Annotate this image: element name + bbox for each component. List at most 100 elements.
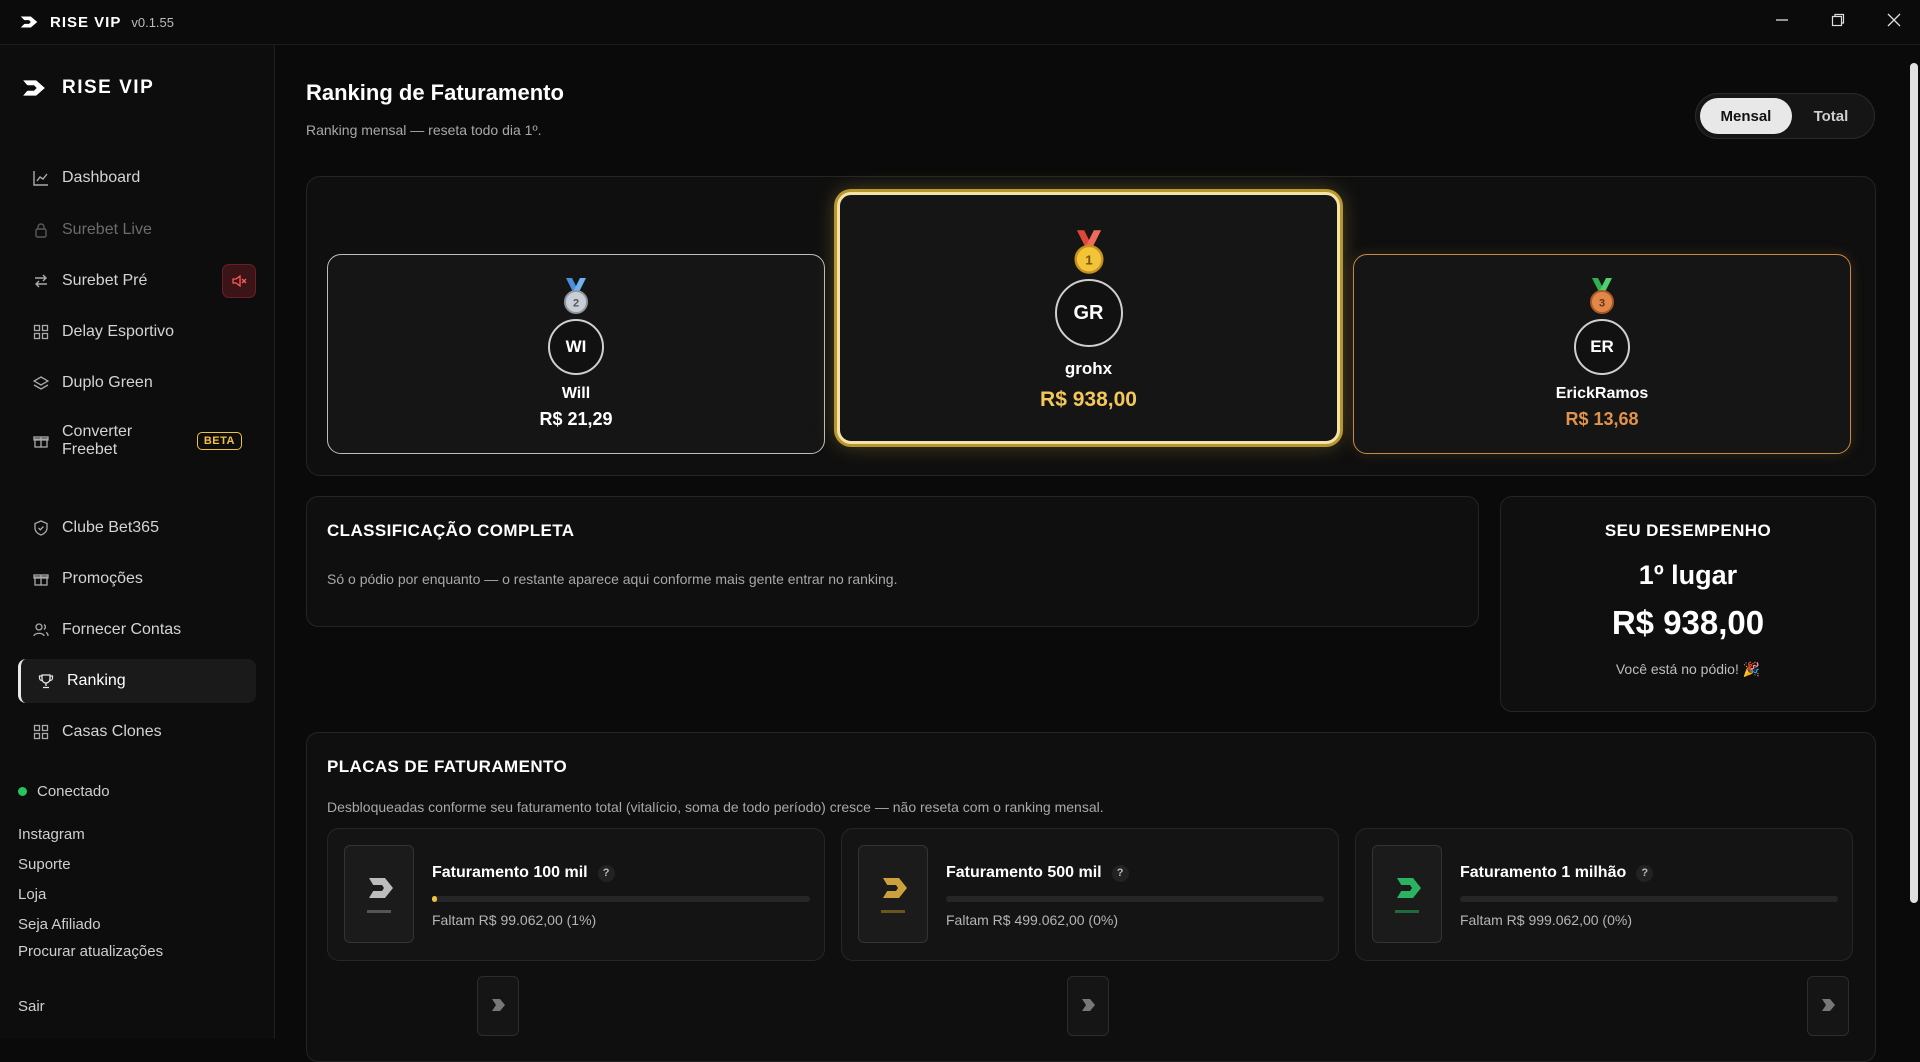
link-seja-afiliado[interactable]: Seja Afiliado (18, 916, 101, 933)
swap-icon (32, 272, 50, 290)
sidebar-brand: RISE VIP (20, 75, 154, 101)
classification-card: CLASSIFICAÇÃO COMPLETA Só o pódio por en… (306, 496, 1479, 627)
sidebar-item-label: Ranking (67, 672, 126, 689)
window-titlebar: RISE VIP v0.1.55 (0, 0, 1920, 45)
sidebar-item-surebet-live[interactable]: Surebet Live (18, 208, 256, 252)
volume-mute-icon (232, 274, 247, 288)
plate-name: Faturamento 1 milhão (1460, 864, 1627, 881)
performance-title: SEU DESEMPENHO (1604, 521, 1772, 540)
plate-card[interactable]: Faturamento 1 milhão? Faltam R$ 999.062,… (1355, 828, 1853, 961)
plate-thumbnail (477, 976, 519, 1036)
plaque-icon (881, 878, 907, 913)
avatar: WI (548, 319, 604, 375)
sidebar-item-clube-bet365[interactable]: Clube Bet365 (18, 506, 256, 550)
sidebar-item-ranking[interactable]: Ranking (18, 659, 256, 703)
svg-text:1: 1 (1085, 253, 1093, 268)
app-title: RISE VIP (50, 13, 122, 31)
sidebar-item-fornecer-contas[interactable]: Fornecer Contas (18, 608, 256, 652)
online-indicator (18, 787, 27, 796)
classification-title: CLASSIFICAÇÃO COMPLETA (327, 521, 575, 540)
scrollbar-thumb[interactable] (1910, 63, 1918, 903)
silver-medal-icon: 2 (564, 278, 588, 314)
sidebar-item-converter-freebet[interactable]: Converter Freebet BETA (18, 419, 256, 463)
plate-progress-bar (432, 896, 810, 902)
podium-value: R$ 21,29 (539, 409, 613, 429)
sidebar-item-duplo-green[interactable]: Duplo Green (18, 361, 256, 405)
rise-logo-icon (20, 16, 38, 28)
app-version: v0.1.55 (131, 14, 175, 30)
sidebar-item-label: Fornecer Contas (62, 621, 182, 638)
plate-image (1372, 845, 1442, 943)
help-icon[interactable]: ? (1636, 864, 1654, 882)
layers-icon (32, 374, 50, 392)
toggle-total[interactable]: Total (1792, 98, 1870, 134)
plate-thumbnail (1067, 976, 1109, 1036)
sidebar-item-label: Surebet Pré (62, 272, 148, 289)
plate-name-row: Faturamento 100 mil? (432, 864, 615, 882)
minimize-button[interactable] (1754, 0, 1810, 40)
plate-progress-bar (1460, 896, 1838, 902)
mute-sound-button[interactable] (222, 264, 256, 298)
svg-text:3: 3 (1599, 298, 1605, 310)
plate-card[interactable]: Faturamento 100 mil? Faltam R$ 99.062,00… (327, 828, 825, 961)
help-icon[interactable]: ? (1111, 864, 1129, 882)
connection-status-text: Conectado (37, 783, 110, 800)
plate-image (858, 845, 928, 943)
sidebar-item-label: Clube Bet365 (62, 519, 159, 536)
plates-title: PLACAS DE FATURAMENTO (327, 757, 568, 776)
sidebar-brand-text: RISE VIP (62, 77, 155, 98)
restore-icon (1831, 13, 1845, 27)
beta-badge: BETA (196, 432, 242, 450)
sidebar-item-label: Dashboard (62, 169, 141, 186)
sidebar: RISE VIP Dashboard Surebet Live Surebet … (0, 45, 275, 1039)
plaque-icon (1395, 878, 1421, 913)
shield-icon (32, 519, 50, 537)
podium-name: ErickRamos (1555, 385, 1649, 402)
trophy-icon (37, 672, 55, 690)
close-icon (1887, 13, 1901, 27)
sidebar-item-promocoes[interactable]: Promoções (18, 557, 256, 601)
classification-text: Só o pódio por enquanto — o restante apa… (327, 571, 898, 587)
minimize-icon (1776, 19, 1788, 21)
plate-card[interactable]: Faturamento 500 mil? Faltam R$ 499.062,0… (841, 828, 1339, 961)
plaque-icon (367, 878, 393, 913)
performance-value: R$ 938,00 (1611, 604, 1765, 641)
page-title: Ranking de Faturamento (306, 80, 564, 105)
sidebar-item-delay-esportivo[interactable]: Delay Esportivo (18, 310, 256, 354)
main-content: Ranking de Faturamento Ranking mensal — … (276, 45, 1906, 1062)
plates-description: Desbloqueadas conforme seu faturamento t… (327, 799, 1104, 815)
main-scrollbar[interactable] (1908, 45, 1920, 1039)
link-loja[interactable]: Loja (18, 886, 46, 903)
sidebar-item-dashboard[interactable]: Dashboard (18, 156, 256, 200)
toggle-mensal[interactable]: Mensal (1700, 98, 1792, 134)
logout-link[interactable]: Sair (18, 998, 45, 1015)
plate-missing: Faltam R$ 999.062,00 (0%) (1460, 912, 1632, 928)
close-button[interactable] (1866, 0, 1920, 40)
plate-progress-bar (946, 896, 1324, 902)
link-procurar-atualizacoes[interactable]: Procurar atualizações (18, 943, 163, 960)
link-suporte[interactable]: Suporte (18, 856, 71, 873)
gold-medal-icon: 1 (1073, 230, 1104, 274)
lock-icon (32, 221, 50, 239)
rise-logo-icon (23, 80, 45, 96)
plate-missing: Faltam R$ 99.062,00 (1%) (432, 912, 597, 928)
performance-place: 1º lugar (1638, 560, 1738, 590)
plaque-icon (1082, 999, 1095, 1011)
plate-name: Faturamento 100 mil (432, 864, 588, 881)
restore-button[interactable] (1810, 0, 1866, 40)
link-instagram[interactable]: Instagram (18, 826, 85, 843)
sidebar-item-label: Promoções (62, 570, 143, 587)
podium-value: R$ 13,68 (1565, 409, 1639, 429)
plaque-icon (1822, 999, 1835, 1011)
plate-image (344, 845, 414, 943)
plate-name-row: Faturamento 1 milhão? (1460, 864, 1654, 882)
sidebar-item-label: Converter Freebet (62, 423, 133, 458)
users-icon (32, 621, 50, 639)
podium-value: R$ 938,00 (1040, 388, 1137, 411)
help-icon[interactable]: ? (597, 864, 615, 882)
sidebar-item-surebet-pre[interactable]: Surebet Pré (18, 259, 256, 303)
sidebar-item-casas-clones[interactable]: Casas Clones (18, 710, 256, 754)
plates-section: PLACAS DE FATURAMENTO Desbloqueadas conf… (306, 732, 1876, 1062)
bronze-medal-icon: 3 (1590, 278, 1614, 314)
connection-status: Conectado (18, 783, 110, 800)
